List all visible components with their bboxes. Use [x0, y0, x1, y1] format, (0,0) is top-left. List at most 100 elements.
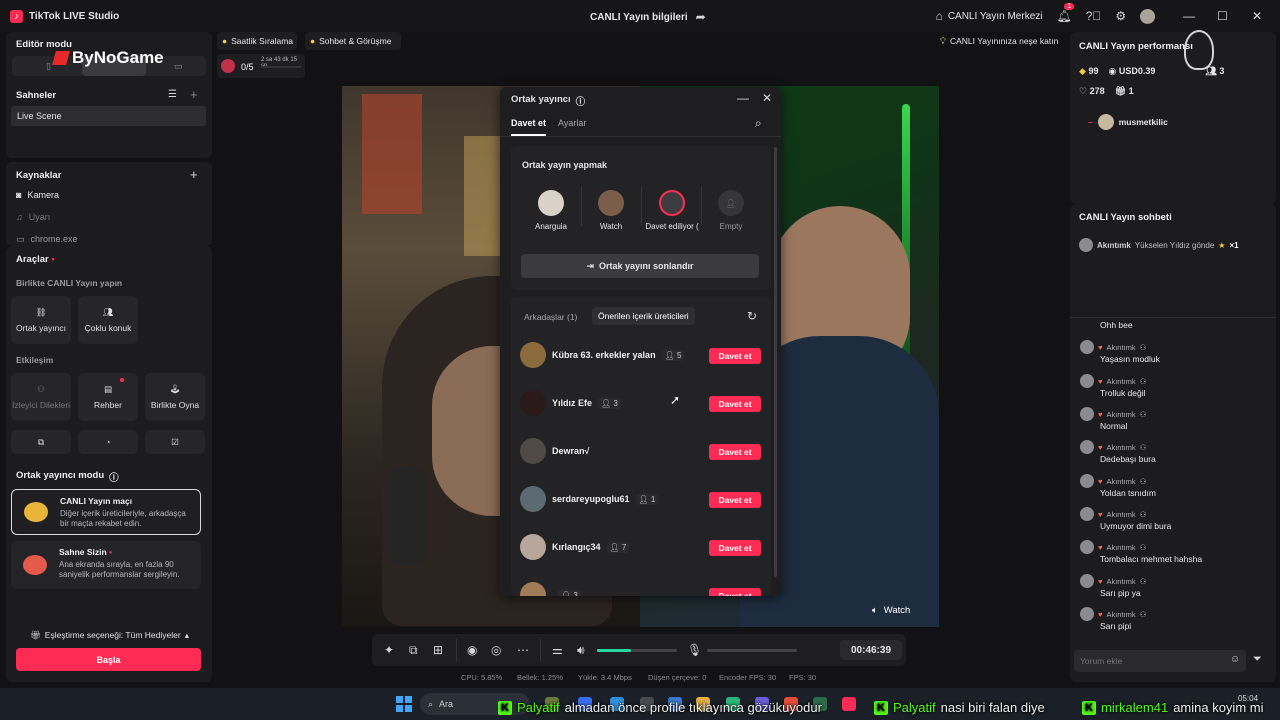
tools-title: Araçlar •	[16, 254, 55, 265]
guide-tool-button[interactable]: ▤ Rehber	[78, 373, 138, 421]
exit-icon: ⇥	[586, 260, 594, 271]
microphone-icon[interactable]: 🎙︎	[687, 643, 702, 657]
goal-widget[interactable]: 0/5 2 sa 43 dk 15 sn	[217, 54, 305, 78]
avatar	[1140, 8, 1156, 24]
mixer-icon[interactable]: ⚌	[552, 643, 563, 657]
tab-settings[interactable]: Ayarlar	[558, 118, 586, 128]
record-icon[interactable]: ◉	[467, 643, 477, 657]
tab-invite[interactable]: Davet et	[511, 118, 547, 136]
tab-suggested[interactable]: Önerilen içerik üreticileri	[592, 307, 695, 325]
badge-icon: ♥	[1098, 476, 1103, 486]
camera-toggle-icon[interactable]: ◎	[491, 643, 501, 657]
join-prompt[interactable]: 💡︎ CANLI Yayınınıza neşe katın	[940, 32, 1064, 50]
mic-slider[interactable]	[707, 649, 797, 652]
viewer-wishes-tool-button[interactable]: ⚇ İzleyici Dilekleri	[11, 373, 71, 421]
chat-call-button[interactable]: ● Sohbet & Görüşme	[305, 32, 401, 50]
end-cohost-button[interactable]: ⇥ Ortak yayını sonlandır	[521, 254, 759, 278]
hourly-ranking-button[interactable]: ● Saatlik Sıralama	[217, 32, 297, 50]
speaker-icon: 🔈︎	[872, 605, 878, 616]
slot-watch[interactable]: Watch	[583, 190, 639, 231]
close-button[interactable]: ✕	[1252, 9, 1262, 23]
minimize-button[interactable]: —	[1183, 9, 1195, 23]
minimize-icon[interactable]: —	[737, 91, 749, 105]
add-scene-icon[interactable]: +	[190, 87, 198, 102]
rank-dash-icon: –	[1088, 117, 1093, 127]
info-icon[interactable]: ⓘ	[576, 94, 586, 108]
magic-wand-icon[interactable]: ✦	[384, 643, 394, 657]
kick-chat-message: K Palyatif almadan önce profile tıklayın…	[498, 700, 822, 715]
multiguest-tool-button[interactable]: 👥︎ Çoklu konuk	[78, 296, 138, 344]
settings-button[interactable]: ⚙	[1115, 9, 1126, 23]
capture-icon[interactable]: ⊞	[433, 643, 443, 657]
matching-option-select[interactable]: 🎁︎ Eşleştirme seçeneği: Tüm Hediyeler ▴	[30, 630, 189, 641]
speaker-icon[interactable]: 🔊︎	[577, 643, 585, 658]
comment-input[interactable]	[1074, 650, 1246, 672]
search-icon[interactable]: ⌕	[755, 116, 762, 131]
engagement-stats: ♡ 278 🎁︎ 1	[1079, 86, 1134, 97]
notification-badge: 1	[1064, 3, 1075, 10]
avatar	[1097, 114, 1114, 130]
scrollbar[interactable]	[774, 147, 777, 577]
filter-icon[interactable]: ⏷	[1253, 653, 1262, 666]
live-center-button[interactable]: ⌂ CANLI Yayın Merkezi	[936, 9, 1043, 23]
screen-share-icon[interactable]: ⧉	[409, 643, 418, 658]
maximize-button[interactable]: ☐	[1217, 9, 1228, 23]
tool-extra-2[interactable]: ◔	[78, 430, 138, 454]
likes-stat: ♡ 278	[1079, 86, 1105, 96]
gift-icon: 🎁︎	[1114, 86, 1127, 96]
layout-dual-icon[interactable]: ▭	[174, 61, 183, 72]
check-icon: ☑	[171, 436, 179, 447]
layout-portrait-icon[interactable]: ▯	[46, 61, 51, 72]
slot-empty[interactable]: 👤︎ Empty	[703, 190, 759, 231]
divider	[456, 639, 457, 661]
stage-yours-card[interactable]: Sahne Sizin • Ana ekranda sırayla, en fa…	[11, 541, 201, 589]
user-placeholder-icon: 👤︎	[718, 190, 744, 216]
avatar	[659, 190, 685, 216]
avatar	[1080, 440, 1094, 454]
play-together-tool-button[interactable]: 🕹︎ Birlikte Oyna	[145, 373, 205, 421]
refresh-icon[interactable]: ↻	[747, 309, 757, 323]
follower-count: 👤︎ 5	[661, 349, 685, 361]
list-icon[interactable]: ☰	[168, 89, 177, 100]
tool-extra-1[interactable]: ⧉	[11, 430, 71, 454]
cohost-tool-button[interactable]: ⛓ Ortak yayıncı	[11, 296, 71, 344]
close-icon[interactable]: ✕	[762, 91, 772, 105]
add-source-icon[interactable]: +	[190, 167, 198, 182]
gift-icon: 🎁︎	[30, 630, 41, 640]
live-info-button[interactable]: CANLI Yayın bilgileri ➦	[590, 10, 706, 24]
invite-button[interactable]: Davet et	[709, 492, 761, 508]
live-match-card[interactable]: CANLI Yayın maçı Diğer içerik üreticiler…	[11, 489, 201, 535]
profile-avatar[interactable]	[1140, 8, 1156, 24]
start-button[interactable]: Başla	[16, 648, 201, 671]
match-emoji-icon	[24, 502, 48, 522]
more-icon[interactable]: ⋯	[517, 643, 529, 657]
taskbar-app-icon[interactable]	[842, 697, 856, 711]
invite-button[interactable]: Davet et	[709, 348, 761, 364]
help-icon[interactable]: ⓘ	[109, 470, 119, 484]
source-camera[interactable]: ◙ Kamera	[16, 190, 59, 200]
volume-slider[interactable]	[597, 649, 677, 652]
source-alert[interactable]: ♫ Uyarı	[16, 212, 50, 222]
trophy-icon: ●	[222, 36, 228, 46]
notification-button[interactable]: 🔔︎ 1	[1056, 3, 1075, 23]
source-chrome[interactable]: ▭ chrome.exe	[16, 234, 78, 245]
invite-button[interactable]: Davet et	[709, 540, 761, 556]
divider	[1070, 317, 1276, 318]
help-button[interactable]: ?⃝	[1086, 9, 1102, 23]
editor-box: Editör modu ▯ ▭ ByNoGame Sahneler ☰ + Li…	[6, 32, 212, 158]
invite-button[interactable]: Davet et	[709, 396, 761, 412]
top-viewer[interactable]: – musmetkilic	[1088, 114, 1168, 130]
slot-anarguia[interactable]: Anarguia	[523, 190, 579, 231]
scene-item[interactable]: Live Scene	[11, 106, 206, 126]
users-icon: 👥︎	[102, 307, 114, 317]
invite-button[interactable]: Davet et	[709, 444, 761, 460]
chat-message: ♥ Akıntımk ⚇ Normal	[1080, 407, 1146, 431]
kick-chat-message: K Palyatif nasi biri falan diye	[874, 700, 1045, 715]
tool-extra-3[interactable]: ☑	[145, 430, 205, 454]
windows-start-icon[interactable]	[396, 696, 412, 712]
slot-inviting[interactable]: Davet ediliyor (	[643, 190, 701, 231]
performance-title: CANLI Yayın performansı	[1079, 41, 1193, 52]
emoji-icon[interactable]: ☺	[1230, 654, 1240, 665]
invite-button[interactable]: Davet et	[709, 588, 761, 596]
tab-friends[interactable]: Arkadaşlar (1)	[524, 312, 577, 322]
